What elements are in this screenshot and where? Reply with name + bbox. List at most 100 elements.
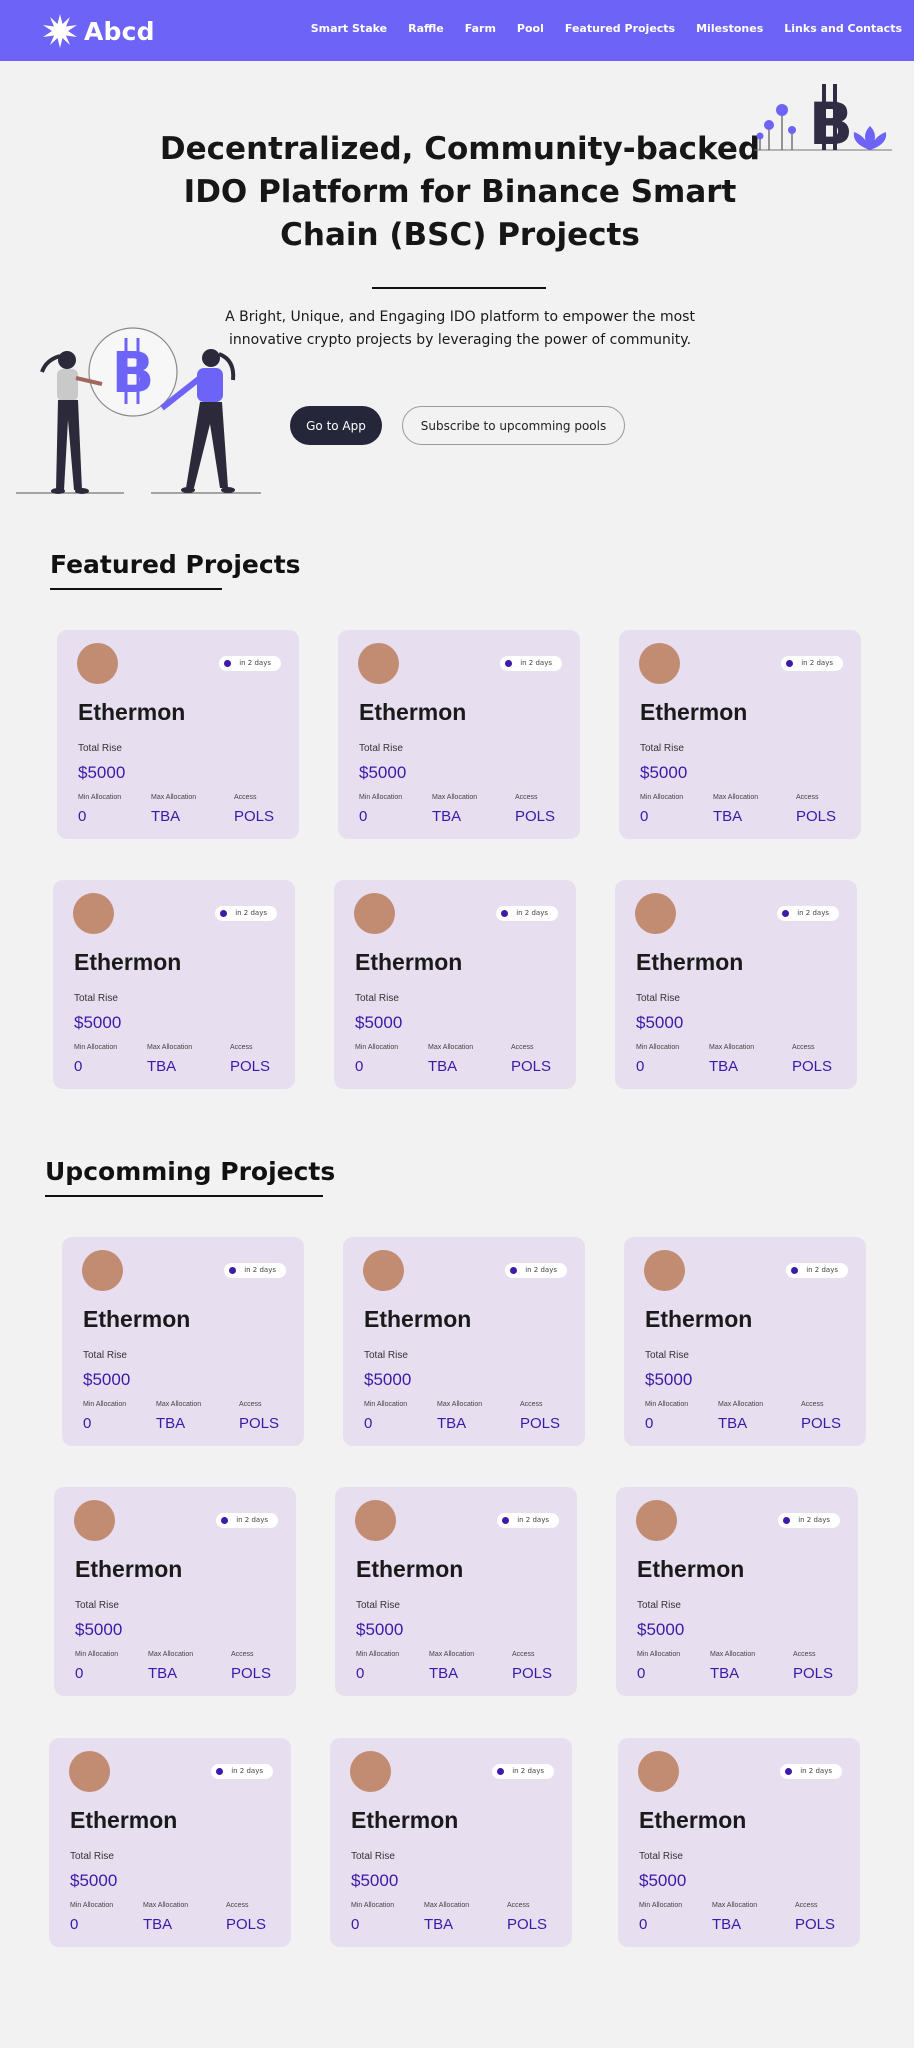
min-allocation-value: 0	[639, 1916, 648, 1933]
nav-link-links-contacts[interactable]: Links and Contacts	[784, 22, 902, 35]
total-rise-label: Total Rise	[364, 1350, 408, 1361]
min-allocation-value: 0	[83, 1415, 92, 1432]
launch-badge: in 2 days	[777, 906, 839, 921]
nav-link-smart-stake[interactable]: Smart Stake	[311, 22, 387, 35]
project-avatar	[74, 1500, 115, 1541]
project-card[interactable]: in 2 days Ethermon Total Rise $5000 Min Allo…	[62, 1237, 304, 1446]
project-card[interactable]: in 2 days Ethermon Total Rise $5000 Min Allo…	[624, 1237, 866, 1446]
access-value: POLS	[796, 808, 837, 825]
total-rise-amount: $5000	[636, 1013, 684, 1032]
min-allocation-label: Min Allocation	[645, 1401, 689, 1408]
access-label: Access	[239, 1401, 262, 1408]
access-label: Access	[793, 1651, 816, 1658]
total-rise-amount: $5000	[70, 1871, 118, 1890]
min-allocation-value: 0	[637, 1665, 646, 1682]
top-navbar: Abcd Smart Stake Raffle Farm Pool Featur…	[0, 0, 914, 61]
access-value: POLS	[507, 1916, 548, 1933]
nav-link-farm[interactable]: Farm	[465, 22, 496, 35]
access-label: Access	[796, 794, 819, 801]
project-card[interactable]: in 2 days Ethermon Total Rise $5000 Min Allo…	[615, 880, 857, 1089]
min-allocation-value: 0	[359, 808, 368, 825]
access-label: Access	[515, 794, 538, 801]
max-allocation-label: Max Allocation	[147, 1044, 193, 1051]
access-value: POLS	[793, 1665, 834, 1682]
project-avatar	[354, 893, 395, 934]
total-rise-label: Total Rise	[78, 743, 122, 754]
upcoming-projects-title: Upcomming Projects	[45, 1157, 336, 1186]
max-allocation-value: TBA	[143, 1916, 173, 1933]
nav-links: Smart Stake Raffle Farm Pool Featured Pr…	[290, 22, 902, 35]
project-avatar	[73, 893, 114, 934]
access-label: Access	[234, 794, 257, 801]
access-value: POLS	[230, 1058, 271, 1075]
project-card[interactable]: in 2 days Ethermon Total Rise $5000 Min Allo…	[54, 1487, 296, 1696]
project-name: Ethermon	[75, 1556, 183, 1582]
project-avatar	[639, 643, 680, 684]
launch-badge: in 2 days	[211, 1764, 273, 1779]
project-avatar	[644, 1250, 685, 1291]
min-allocation-label: Min Allocation	[70, 1902, 114, 1909]
hero-title: Decentralized, Community-backed IDO Plat…	[159, 131, 761, 253]
access-label: Access	[801, 1401, 824, 1408]
project-name: Ethermon	[74, 949, 182, 975]
min-allocation-label: Min Allocation	[364, 1401, 408, 1408]
upcoming-title-underline	[45, 1195, 323, 1197]
project-card[interactable]: in 2 days Ethermon Total Rise $5000 Min Allo…	[330, 1738, 572, 1947]
access-value: POLS	[515, 808, 556, 825]
max-allocation-value: TBA	[718, 1415, 748, 1432]
project-card[interactable]: in 2 days Ethermon Total Rise $5000 Min Allo…	[616, 1487, 858, 1696]
max-allocation-value: TBA	[151, 808, 181, 825]
total-rise-label: Total Rise	[355, 993, 399, 1004]
min-allocation-label: Min Allocation	[636, 1044, 680, 1051]
launch-badge: in 2 days	[778, 1513, 840, 1528]
project-card[interactable]: in 2 days Ethermon Total Rise $5000 Min Allo…	[338, 630, 580, 839]
max-allocation-label: Max Allocation	[151, 794, 197, 801]
total-rise-label: Total Rise	[640, 743, 684, 754]
total-rise-amount: $5000	[359, 763, 407, 782]
brand-name: Abcd	[84, 16, 155, 46]
project-card[interactable]: in 2 days Ethermon Total Rise $5000 Min Allo…	[335, 1487, 577, 1696]
total-rise-label: Total Rise	[636, 993, 680, 1004]
project-avatar	[363, 1250, 404, 1291]
access-value: POLS	[234, 808, 275, 825]
project-card[interactable]: in 2 days Ethermon Total Rise $5000 Min Allo…	[53, 880, 295, 1089]
nav-link-raffle[interactable]: Raffle	[408, 22, 444, 35]
subscribe-button[interactable]: Subscribe to upcomming pools	[402, 406, 625, 445]
project-name: Ethermon	[83, 1306, 191, 1332]
nav-link-milestones[interactable]: Milestones	[696, 22, 763, 35]
launch-badge: in 2 days	[780, 1764, 842, 1779]
brand-logo[interactable]: Abcd	[42, 13, 155, 49]
project-card[interactable]: in 2 days Ethermon Total Rise $5000 Min Allo…	[343, 1237, 585, 1446]
project-card[interactable]: in 2 days Ethermon Total Rise $5000 Min Allo…	[57, 630, 299, 839]
launch-badge: in 2 days	[786, 1263, 848, 1278]
min-allocation-label: Min Allocation	[83, 1401, 127, 1408]
nav-link-featured-projects[interactable]: Featured Projects	[565, 22, 675, 35]
featured-title-underline	[50, 588, 222, 590]
access-value: POLS	[512, 1665, 553, 1682]
min-allocation-value: 0	[75, 1665, 84, 1682]
launch-badge: in 2 days	[496, 906, 558, 921]
max-allocation-label: Max Allocation	[432, 794, 478, 801]
max-allocation-label: Max Allocation	[428, 1044, 474, 1051]
access-value: POLS	[520, 1415, 561, 1432]
project-card[interactable]: in 2 days Ethermon Total Rise $5000 Min Allo…	[334, 880, 576, 1089]
total-rise-amount: $5000	[75, 1620, 123, 1639]
max-allocation-label: Max Allocation	[424, 1902, 470, 1909]
launch-badge: in 2 days	[215, 906, 277, 921]
project-name: Ethermon	[351, 1807, 459, 1833]
project-card[interactable]: in 2 days Ethermon Total Rise $5000 Min Allo…	[49, 1738, 291, 1947]
total-rise-amount: $5000	[78, 763, 126, 782]
project-avatar	[77, 643, 118, 684]
project-avatar	[350, 1751, 391, 1792]
go-to-app-button[interactable]: Go to App	[290, 406, 382, 445]
nav-link-pool[interactable]: Pool	[517, 22, 544, 35]
max-allocation-value: TBA	[424, 1916, 454, 1933]
total-rise-amount: $5000	[645, 1370, 693, 1389]
project-avatar	[355, 1500, 396, 1541]
project-card[interactable]: in 2 days Ethermon Total Rise $5000 Min Allo…	[619, 630, 861, 839]
min-allocation-value: 0	[70, 1916, 79, 1933]
project-card[interactable]: in 2 days Ethermon Total Rise $5000 Min Allo…	[618, 1738, 860, 1947]
max-allocation-label: Max Allocation	[148, 1651, 194, 1658]
min-allocation-value: 0	[640, 808, 649, 825]
max-allocation-value: TBA	[156, 1415, 186, 1432]
